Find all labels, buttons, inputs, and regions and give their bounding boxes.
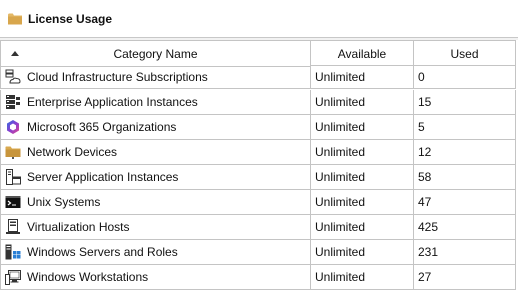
- used-value: 231: [418, 245, 439, 259]
- used-cell: 231: [413, 240, 516, 265]
- available-cell: Unlimited: [310, 140, 414, 165]
- panel-header: License Usage: [0, 0, 518, 38]
- available-value: Unlimited: [315, 145, 366, 159]
- used-cell: 47: [413, 190, 516, 215]
- used-cell: 425: [413, 215, 516, 240]
- table-row[interactable]: Cloud Infrastructure Subscriptions Unlimi…: [0, 65, 518, 90]
- table-header-row: Category Name Available Used: [0, 40, 518, 67]
- category-name: Microsoft 365 Organizations: [27, 120, 177, 134]
- available-value: Unlimited: [315, 120, 366, 134]
- workstation-icon: [5, 269, 21, 285]
- category-cell: Enterprise Application Instances: [0, 90, 311, 115]
- category-name: Cloud Infrastructure Subscriptions: [27, 70, 208, 84]
- available-value: Unlimited: [315, 245, 366, 259]
- table-row[interactable]: Server Application Instances Unlimited 58: [0, 165, 518, 190]
- cloud-server-icon: [5, 69, 21, 85]
- used-value: 58: [418, 170, 432, 184]
- table-row[interactable]: Enterprise Application Instances Unlimite…: [0, 90, 518, 115]
- used-cell: 0: [413, 65, 516, 89]
- available-value: Unlimited: [315, 220, 366, 234]
- category-cell: Virtualization Hosts: [0, 215, 311, 240]
- table-row[interactable]: Windows Workstations Unlimited 27: [0, 265, 518, 290]
- used-value: 27: [418, 270, 432, 284]
- panel-title: License Usage: [28, 11, 113, 26]
- available-cell: Unlimited: [310, 240, 414, 265]
- category-name: Virtualization Hosts: [27, 220, 130, 234]
- used-value: 425: [418, 220, 439, 234]
- available-value: Unlimited: [315, 70, 366, 84]
- category-cell: Server Application Instances: [0, 165, 311, 190]
- table-row[interactable]: Microsoft 365 Organizations Unlimited 5: [0, 115, 518, 140]
- table-row[interactable]: Virtualization Hosts Unlimited 425: [0, 215, 518, 240]
- available-cell: Unlimited: [310, 65, 414, 89]
- table-row[interactable]: Network Devices Unlimited 12: [0, 140, 518, 165]
- network-folder-icon: [5, 144, 21, 160]
- column-header-used-label: Used: [450, 46, 479, 61]
- category-name: Server Application Instances: [27, 170, 179, 184]
- column-header-category-label: Category Name: [113, 46, 198, 61]
- available-value: Unlimited: [315, 170, 366, 184]
- column-header-available-label: Available: [337, 46, 387, 61]
- used-cell: 12: [413, 140, 516, 165]
- table-row[interactable]: Unix Systems Unlimited 47: [0, 190, 518, 215]
- server-stack-icon: [5, 94, 21, 110]
- folder-icon: [8, 13, 22, 25]
- sort-ascending-icon: [11, 51, 19, 56]
- available-value: Unlimited: [315, 95, 366, 109]
- category-name: Network Devices: [27, 145, 118, 159]
- available-cell: Unlimited: [310, 90, 414, 115]
- category-name: Unix Systems: [27, 195, 101, 209]
- microsoft-365-icon: [5, 119, 21, 135]
- category-cell: Microsoft 365 Organizations: [0, 115, 311, 140]
- available-cell: Unlimited: [310, 265, 414, 290]
- available-cell: Unlimited: [310, 115, 414, 140]
- category-name: Enterprise Application Instances: [27, 95, 198, 109]
- column-header-available[interactable]: Available: [310, 40, 414, 67]
- used-value: 0: [418, 70, 425, 84]
- available-cell: Unlimited: [310, 215, 414, 240]
- used-cell: 58: [413, 165, 516, 190]
- category-cell: Windows Workstations: [0, 265, 311, 290]
- category-cell: Unix Systems: [0, 190, 311, 215]
- column-header-used[interactable]: Used: [413, 40, 516, 67]
- used-value: 15: [418, 95, 432, 109]
- column-header-category[interactable]: Category Name: [0, 40, 311, 67]
- used-value: 47: [418, 195, 432, 209]
- available-value: Unlimited: [315, 270, 366, 284]
- category-cell: Windows Servers and Roles: [0, 240, 311, 265]
- application-server-icon: [5, 169, 21, 185]
- used-value: 5: [418, 120, 425, 134]
- category-cell: Cloud Infrastructure Subscriptions: [0, 65, 311, 89]
- used-cell: 27: [413, 265, 516, 290]
- category-name: Windows Servers and Roles: [27, 245, 178, 259]
- used-value: 12: [418, 145, 432, 159]
- table-row[interactable]: Windows Servers and Roles Unlimited 231: [0, 240, 518, 265]
- category-cell: Network Devices: [0, 140, 311, 165]
- available-cell: Unlimited: [310, 190, 414, 215]
- available-cell: Unlimited: [310, 165, 414, 190]
- virtual-host-icon: [5, 219, 21, 235]
- category-name: Windows Workstations: [27, 270, 149, 284]
- terminal-icon: [5, 194, 21, 210]
- available-value: Unlimited: [315, 195, 366, 209]
- used-cell: 15: [413, 90, 516, 115]
- license-usage-table: Category Name Available Used Cloud Infra…: [0, 40, 518, 290]
- used-cell: 5: [413, 115, 516, 140]
- windows-server-icon: [5, 244, 21, 260]
